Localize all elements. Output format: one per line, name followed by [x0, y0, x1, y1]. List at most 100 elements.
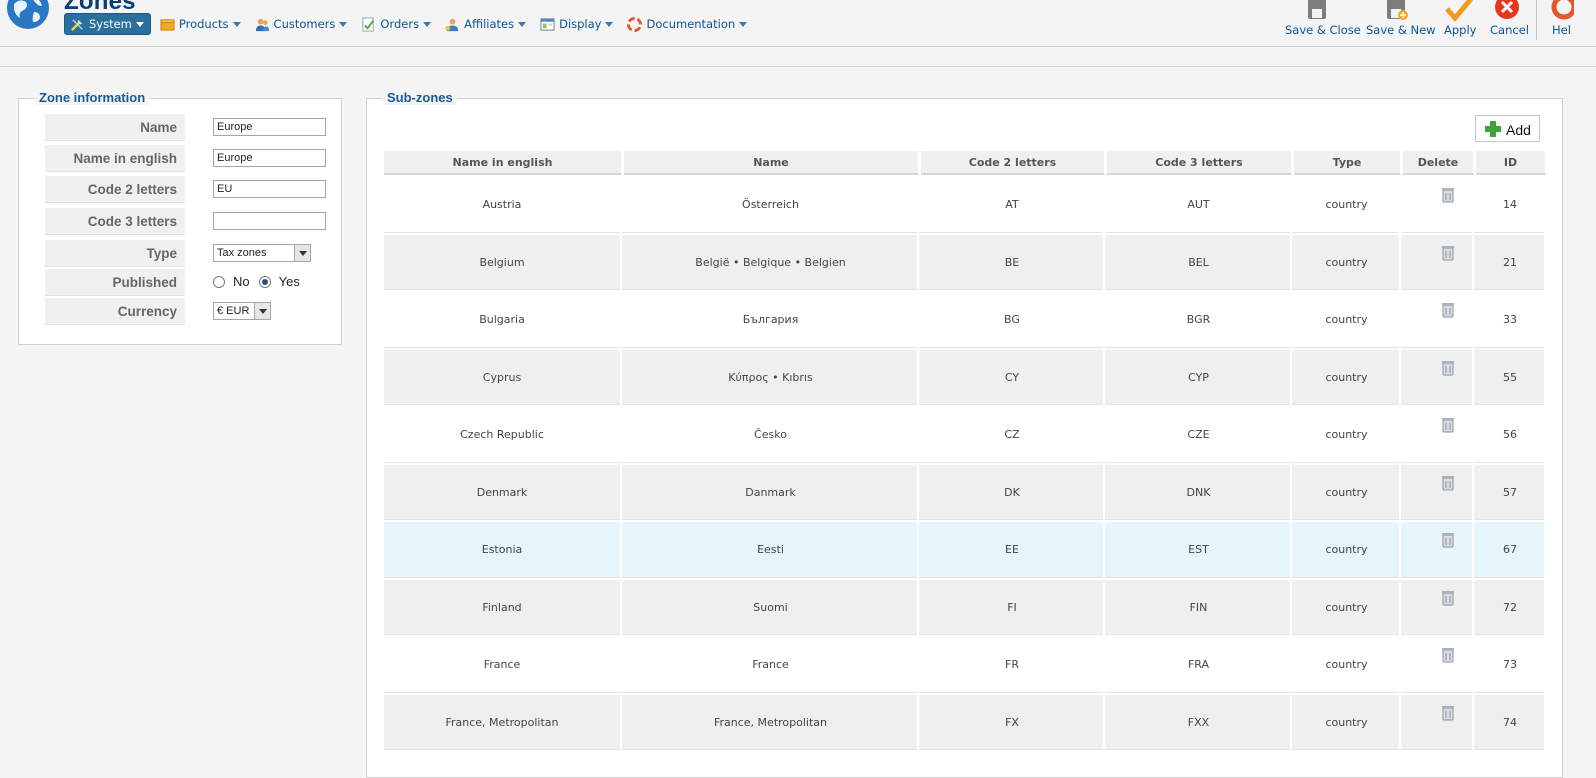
- cell-name: France: [624, 637, 919, 693]
- main-menu: System Products Customers Orders Affilia…: [64, 13, 756, 35]
- name-english-input[interactable]: Europe: [213, 149, 326, 167]
- menu-affiliates[interactable]: Affiliates: [440, 13, 531, 35]
- cell-code3: EST: [1107, 522, 1292, 578]
- cell-name-english: Finland: [384, 579, 622, 635]
- save-new-button[interactable]: Save & New: [1366, 0, 1436, 37]
- cell-delete: [1403, 177, 1474, 233]
- display-icon: [540, 17, 555, 31]
- name-english-label: Name in english: [45, 145, 185, 172]
- cell-name: Česko: [624, 407, 919, 463]
- menu-label: Documentation: [646, 17, 736, 31]
- cell-id: 33: [1476, 292, 1546, 348]
- globe-logo-icon: [7, 0, 49, 29]
- cell-code3: FRA: [1107, 637, 1292, 693]
- trash-delete-icon[interactable]: [1442, 360, 1454, 376]
- top-bar: Zones System Products Customers Orders A…: [0, 0, 1596, 47]
- save-disk-icon: [1308, 0, 1326, 19]
- name-input[interactable]: Europe: [213, 118, 326, 136]
- cell-code3: AUT: [1107, 177, 1292, 233]
- cell-code2: CY: [921, 349, 1105, 405]
- column-header-delete: Delete: [1403, 151, 1474, 175]
- orders-icon: [362, 16, 375, 32]
- cell-code2: DK: [921, 464, 1105, 520]
- sub-zones-legend: Sub-zones: [383, 90, 457, 105]
- cancel-x-icon: [1495, 0, 1519, 19]
- menu-display[interactable]: Display: [535, 13, 618, 35]
- trash-delete-icon[interactable]: [1442, 417, 1454, 433]
- chevron-down-icon: [518, 21, 527, 27]
- cell-name: Österreich: [624, 177, 919, 233]
- cell-delete: [1403, 464, 1474, 520]
- cell-name: Eesti: [624, 522, 919, 578]
- name-english-row: Name in english Europe: [45, 144, 326, 173]
- menu-label: Products: [178, 17, 229, 31]
- trash-delete-icon[interactable]: [1442, 475, 1454, 491]
- trash-delete-icon[interactable]: [1442, 532, 1454, 548]
- trash-delete-icon[interactable]: [1442, 245, 1454, 261]
- help-label: Hel: [1552, 23, 1571, 37]
- cell-type: country: [1294, 407, 1401, 463]
- menu-products[interactable]: Products: [155, 13, 246, 35]
- cell-delete: [1403, 579, 1474, 635]
- cell-name-english: Cyprus: [384, 349, 622, 405]
- chevron-down-icon: [339, 21, 348, 27]
- cell-code2: AT: [921, 177, 1105, 233]
- trash-delete-icon[interactable]: [1442, 705, 1454, 721]
- cell-type: country: [1294, 177, 1401, 233]
- published-yes-radio[interactable]: [258, 275, 271, 288]
- cell-delete: [1403, 694, 1474, 750]
- save-close-button[interactable]: Save & Close: [1285, 0, 1361, 37]
- column-header-id: ID: [1476, 151, 1546, 175]
- trash-delete-icon[interactable]: [1442, 590, 1454, 606]
- name-label: Name: [45, 114, 185, 141]
- column-header-code3: Code 3 letters: [1107, 151, 1292, 175]
- cell-code3: FIN: [1107, 579, 1292, 635]
- cell-name-english: France: [384, 637, 622, 693]
- add-subzone-button[interactable]: Add: [1475, 115, 1540, 142]
- trash-delete-icon[interactable]: [1442, 302, 1454, 318]
- cell-name-english: Austria: [384, 177, 622, 233]
- cell-code2: EE: [921, 522, 1105, 578]
- zone-information-legend: Zone information: [35, 90, 150, 105]
- cell-id: 73: [1476, 637, 1546, 693]
- toolbar-divider: [1536, 0, 1537, 40]
- cell-code2: BG: [921, 292, 1105, 348]
- published-no-radio[interactable]: [213, 275, 225, 288]
- cell-id: 21: [1476, 234, 1546, 290]
- dropdown-arrow-icon: [254, 303, 270, 319]
- code3-label: Code 3 letters: [45, 208, 185, 235]
- code2-row: Code 2 letters EU: [45, 175, 326, 204]
- help-button[interactable]: Hel: [1548, 0, 1596, 37]
- cancel-button[interactable]: Cancel: [1490, 0, 1529, 37]
- content-divider: [0, 66, 1596, 67]
- cell-name: България: [624, 292, 919, 348]
- cell-name-english: Bulgaria: [384, 292, 622, 348]
- menu-documentation[interactable]: Documentation: [622, 13, 752, 35]
- cell-delete: [1403, 637, 1474, 693]
- cell-code2: FR: [921, 637, 1105, 693]
- type-select-value: Tax zones: [217, 247, 267, 259]
- cell-code3: BEL: [1107, 234, 1292, 290]
- menu-customers[interactable]: Customers: [250, 13, 353, 35]
- apply-button[interactable]: Apply: [1444, 0, 1476, 37]
- chevron-down-icon: [232, 21, 241, 27]
- menu-orders[interactable]: Orders: [356, 13, 436, 35]
- menu-system[interactable]: System: [64, 13, 151, 35]
- code3-input[interactable]: [213, 212, 326, 230]
- trash-delete-icon[interactable]: [1442, 647, 1454, 663]
- code3-row: Code 3 letters: [45, 207, 326, 236]
- code2-input[interactable]: EU: [213, 180, 326, 198]
- save-close-label: Save & Close: [1285, 23, 1361, 37]
- cell-code2: CZ: [921, 407, 1105, 463]
- save-new-icon: [1387, 0, 1408, 20]
- trash-delete-icon[interactable]: [1442, 187, 1454, 203]
- cell-name: France, Metropolitan: [624, 694, 919, 750]
- type-select[interactable]: Tax zones: [213, 244, 311, 262]
- cell-code3: BGR: [1107, 292, 1292, 348]
- checkmark-icon: [1445, 0, 1473, 22]
- cell-name: Κύπρος • Kıbrıs: [624, 349, 919, 405]
- currency-select[interactable]: € EUR: [213, 302, 271, 320]
- cell-id: 72: [1476, 579, 1546, 635]
- cell-delete: [1403, 407, 1474, 463]
- cell-name-english: Czech Republic: [384, 407, 622, 463]
